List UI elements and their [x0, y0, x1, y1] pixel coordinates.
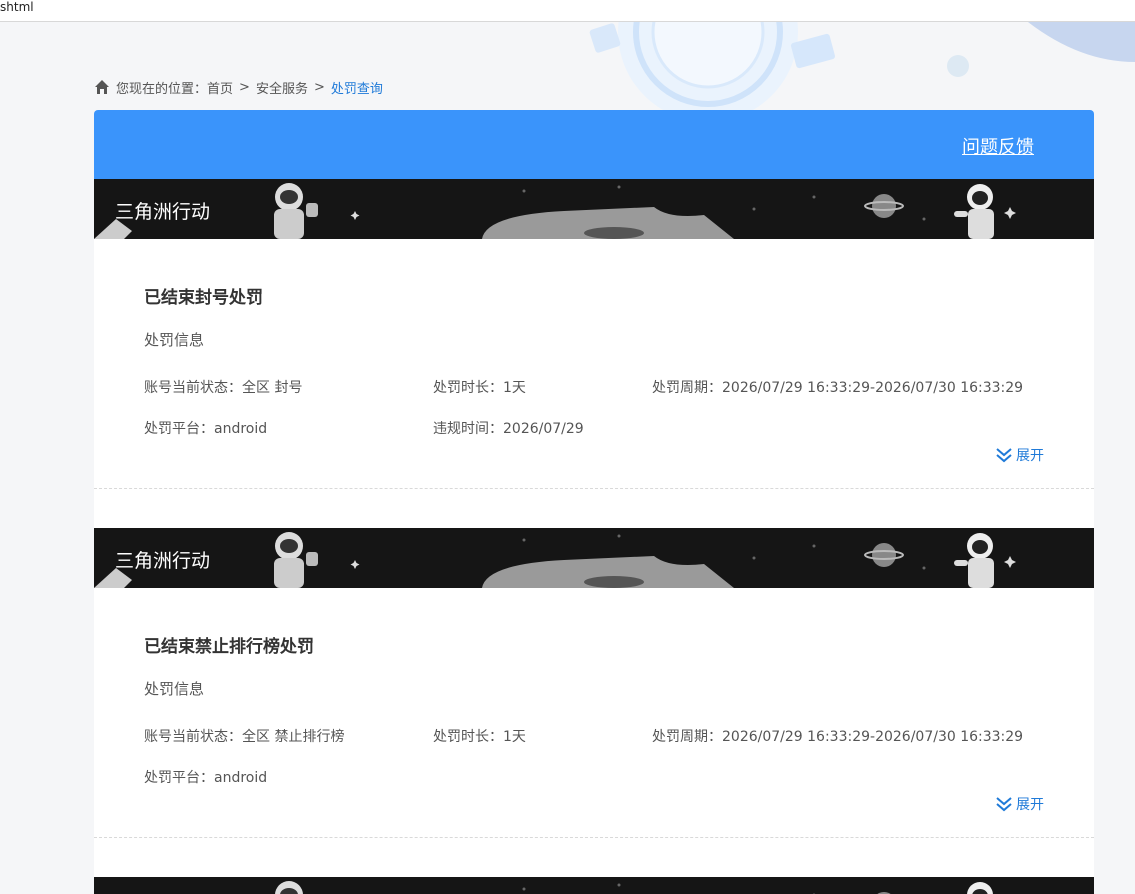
game-title: 三角洲行动 [115, 550, 211, 572]
account-status-value: 全区 禁止排行榜 [242, 729, 345, 745]
punishment-card-partial [94, 877, 1094, 894]
platform-field: 处罚平台：android [144, 767, 267, 787]
header-background-decoration [0, 22, 1135, 112]
double-chevron-down-icon [996, 448, 1012, 463]
card-gap [94, 838, 1094, 877]
banner-artwork [94, 528, 1094, 588]
banner-artwork [94, 877, 1094, 894]
breadcrumb-home-link[interactable]: 首页 [207, 78, 233, 97]
duration-field: 处罚时长：1天 [433, 377, 526, 397]
expand-button[interactable]: 展开 [995, 445, 1044, 465]
home-icon [95, 80, 109, 94]
section-title: 处罚信息 [144, 680, 205, 698]
browser-tab-bar: shtml [0, 0, 1135, 22]
account-status-field: 账号当前状态：全区 禁止排行榜 [144, 726, 344, 746]
violation-time-value: 2026/07/29 [503, 421, 584, 437]
violation-time-field: 违规时间：2026/07/29 [433, 418, 584, 438]
card-body: 已结束封号处罚 处罚信息 账号当前状态：全区 封号 处罚时长：1天 处罚周期：2… [94, 239, 1094, 489]
card-gap [94, 489, 1094, 528]
game-title: 三角洲行动 [115, 201, 211, 223]
breadcrumb-separator: > [239, 79, 250, 95]
expand-label: 展开 [1016, 448, 1044, 464]
platform-label: 处罚平台： [144, 770, 214, 786]
game-banner: 三角洲行动 [94, 528, 1094, 588]
account-status-field: 账号当前状态：全区 封号 [144, 377, 302, 397]
period-value: 2026/07/29 16:33:29-2026/07/30 16:33:29 [722, 380, 1024, 396]
expand-label: 展开 [1016, 797, 1044, 813]
punishment-card: 三角洲行动 已结束封号处罚 处罚信息 账号当前状态：全区 封号 处罚时长：1天 … [94, 179, 1094, 489]
section-title: 处罚信息 [144, 331, 205, 349]
violation-time-label: 违规时间： [433, 421, 503, 437]
platform-field: 处罚平台：android [144, 418, 267, 438]
platform-value: android [214, 421, 268, 437]
breadcrumb-prefix: 您现在的位置： [116, 81, 208, 97]
game-banner [94, 877, 1094, 894]
platform-label: 处罚平台： [144, 421, 214, 437]
game-banner: 三角洲行动 [94, 179, 1094, 239]
breadcrumb-separator: > [313, 79, 325, 95]
account-status-label: 账号当前状态： [144, 729, 242, 745]
feedback-link[interactable]: 问题反馈 [962, 133, 1034, 159]
browser-tab-title[interactable]: shtml [0, 0, 34, 14]
duration-value: 1天 [503, 380, 526, 396]
breadcrumb-current: 处罚查询 [330, 81, 383, 97]
platform-value: android [214, 770, 268, 786]
duration-label: 处罚时长： [433, 729, 503, 745]
duration-value: 1天 [503, 729, 526, 745]
page-header-bar: 问题反馈 [94, 110, 1094, 179]
duration-label: 处罚时长： [433, 380, 503, 396]
period-label: 处罚周期： [652, 380, 722, 396]
double-chevron-down-icon [996, 797, 1012, 812]
period-label: 处罚周期： [652, 729, 722, 745]
duration-field: 处罚时长：1天 [433, 726, 526, 746]
expand-button[interactable]: 展开 [995, 794, 1044, 814]
breadcrumb-security-link[interactable]: 安全服务 [256, 78, 308, 97]
account-status-value: 全区 封号 [242, 380, 303, 396]
breadcrumb: 您现在的位置： 首页 > 安全服务 > 处罚查询 [94, 77, 383, 97]
punishment-card: 三角洲行动 已结束禁止排行榜处罚 处罚信息 账号当前状态：全区 禁止排行榜 处罚… [94, 528, 1094, 838]
banner-artwork [94, 179, 1094, 239]
card-body: 已结束禁止排行榜处罚 处罚信息 账号当前状态：全区 禁止排行榜 处罚时长：1天 … [94, 588, 1094, 838]
account-status-label: 账号当前状态： [144, 380, 242, 396]
punishment-title: 已结束封号处罚 [144, 288, 263, 308]
period-field: 处罚周期：2026/07/29 16:33:29-2026/07/30 16:3… [652, 377, 1023, 397]
period-field: 处罚周期：2026/07/29 16:33:29-2026/07/30 16:3… [652, 726, 1023, 746]
punishment-title: 已结束禁止排行榜处罚 [144, 637, 314, 657]
period-value: 2026/07/29 16:33:29-2026/07/30 16:33:29 [722, 729, 1024, 745]
